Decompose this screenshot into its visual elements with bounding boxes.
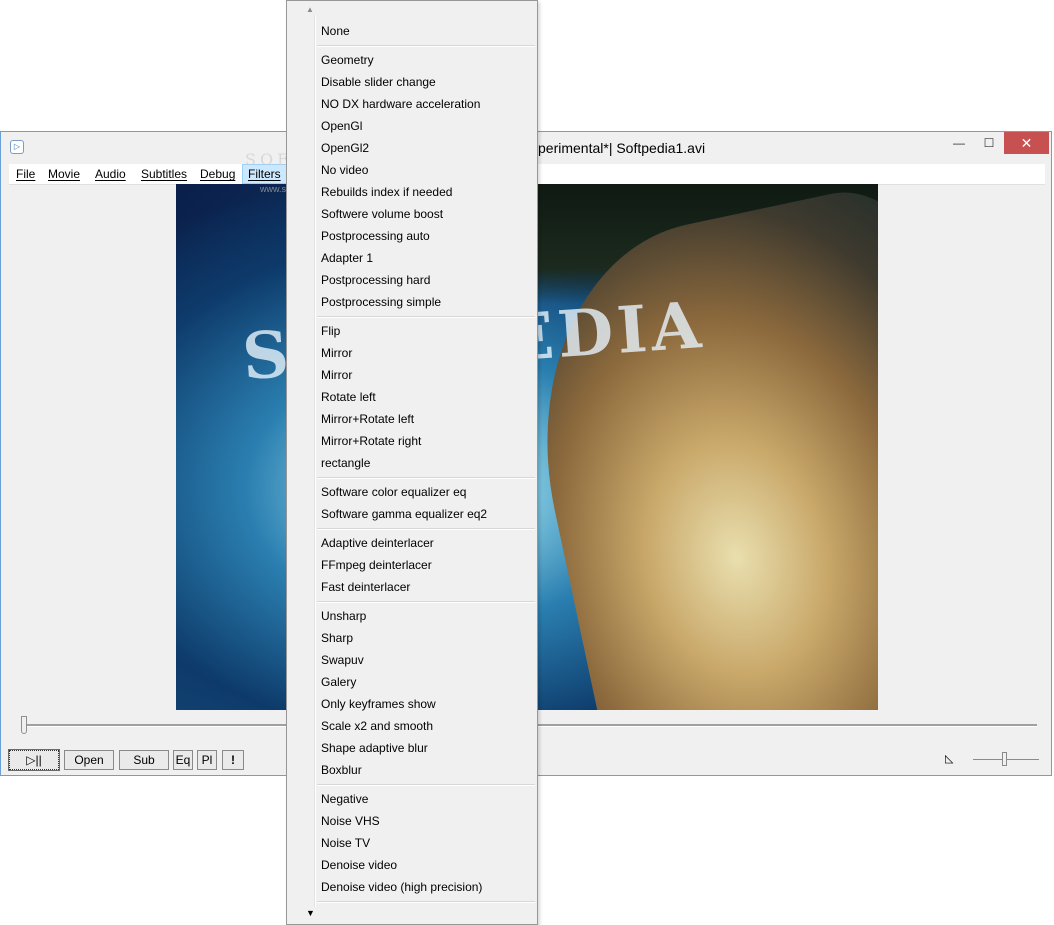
menu-separator <box>317 901 535 903</box>
playlist-button[interactable]: Pl <box>197 750 217 770</box>
filter-menu-item[interactable]: Softwere volume boost <box>321 203 443 225</box>
filter-menu-item[interactable]: Flip <box>321 320 340 342</box>
filter-menu-item[interactable]: Mirror+Rotate left <box>321 408 414 430</box>
menu-separator <box>317 45 535 47</box>
filter-menu-item[interactable]: Mirror <box>321 364 352 386</box>
filter-menu-item[interactable]: Denoise video <box>321 854 397 876</box>
close-button[interactable]: ✕ <box>1004 132 1049 154</box>
filter-menu-item[interactable]: Boxblur <box>321 759 362 781</box>
volume-slider-thumb[interactable] <box>1002 752 1007 766</box>
window-title: perimental*| Softpedia1.avi <box>538 140 706 156</box>
menu-gutter <box>314 15 316 907</box>
seek-slider-thumb[interactable] <box>21 716 27 734</box>
filter-menu-item[interactable]: OpenGl2 <box>321 137 369 159</box>
filter-menu-item[interactable]: Galery <box>321 671 356 693</box>
filter-menu-item[interactable]: No video <box>321 159 368 181</box>
filter-menu-item[interactable]: Mirror+Rotate right <box>321 430 421 452</box>
filter-menu-item[interactable]: OpenGl <box>321 115 362 137</box>
scroll-down-arrow-icon[interactable]: ▼ <box>306 908 315 918</box>
menu-movie[interactable]: Movie <box>43 164 85 184</box>
scroll-up-arrow-icon[interactable]: ▲ <box>306 5 314 14</box>
filter-menu-item[interactable]: Rotate left <box>321 386 376 408</box>
filter-menu-item[interactable]: Scale x2 and smooth <box>321 715 433 737</box>
filter-menu-item[interactable]: Denoise video (high precision) <box>321 876 482 898</box>
app-icon[interactable]: ▷ <box>10 140 24 154</box>
subtitles-button[interactable]: Sub <box>119 750 169 770</box>
warning-button[interactable]: ! <box>222 750 244 770</box>
filter-menu-item[interactable]: Only keyframes show <box>321 693 436 715</box>
volume-icon[interactable]: ◺ <box>945 752 965 768</box>
filter-menu-item[interactable]: Noise VHS <box>321 810 380 832</box>
filter-menu-item[interactable]: FFmpeg deinterlacer <box>321 554 432 576</box>
menu-separator <box>317 316 535 318</box>
filter-menu-item[interactable]: Sharp <box>321 627 353 649</box>
filter-menu-item[interactable]: Fast deinterlacer <box>321 576 410 598</box>
filter-menu-item[interactable]: Shape adaptive blur <box>321 737 428 759</box>
filter-menu-item[interactable]: Mirror <box>321 342 352 364</box>
open-button[interactable]: Open <box>64 750 114 770</box>
menu-separator <box>317 528 535 530</box>
filter-menu-item[interactable]: Postprocessing auto <box>321 225 430 247</box>
filter-menu-item[interactable]: Adapter 1 <box>321 247 373 269</box>
menu-separator <box>317 784 535 786</box>
filter-menu-item[interactable]: NO DX hardware acceleration <box>321 93 480 115</box>
menu-debug[interactable]: Debug <box>195 164 240 184</box>
filter-menu-item[interactable]: Rebuilds index if needed <box>321 181 452 203</box>
maximize-button[interactable]: ☐ <box>974 132 1004 154</box>
filter-menu-item[interactable]: None <box>321 20 350 42</box>
filter-menu-item[interactable]: rectangle <box>321 452 370 474</box>
filters-dropdown-menu: ▲ None Geometry Disable slider change NO DX… <box>286 0 538 925</box>
filter-menu-item[interactable]: Postprocessing simple <box>321 291 441 313</box>
filter-menu-item[interactable]: Disable slider change <box>321 71 436 93</box>
menu-file[interactable]: File <box>11 164 40 184</box>
menu-separator <box>317 477 535 479</box>
filter-menu-item[interactable]: Software color equalizer eq <box>321 481 466 503</box>
play-pause-button[interactable]: ▷|| <box>8 749 60 771</box>
menu-separator <box>317 601 535 603</box>
menu-subtitles[interactable]: Subtitles <box>136 164 192 184</box>
filter-menu-item[interactable]: Noise TV <box>321 832 370 854</box>
filter-menu-item[interactable]: Software gamma equalizer eq2 <box>321 503 487 525</box>
filter-menu-item[interactable]: Adaptive deinterlacer <box>321 532 434 554</box>
filter-menu-item[interactable]: Postprocessing hard <box>321 269 430 291</box>
minimize-button[interactable]: — <box>944 132 974 154</box>
filter-menu-item[interactable]: Swapuv <box>321 649 364 671</box>
filter-menu-item[interactable]: Negative <box>321 788 368 810</box>
filter-menu-item[interactable]: Unsharp <box>321 605 366 627</box>
menu-audio[interactable]: Audio <box>90 164 131 184</box>
filter-menu-item[interactable]: Geometry <box>321 49 374 71</box>
equalizer-button[interactable]: Eq <box>173 750 193 770</box>
